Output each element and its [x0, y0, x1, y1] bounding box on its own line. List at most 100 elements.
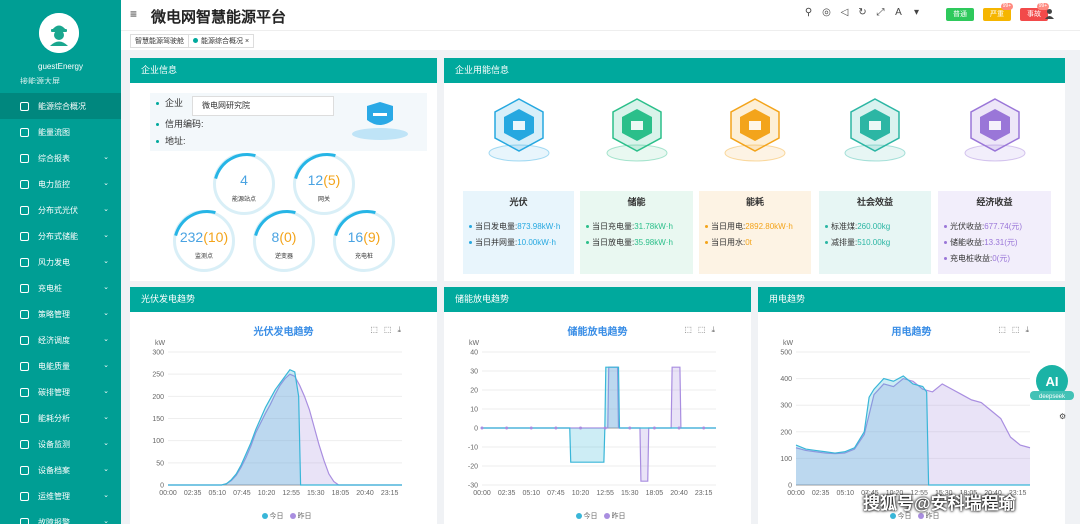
sidebar-item-label: 策略管理 [38, 309, 70, 319]
x-tick-label: 00:00 [159, 490, 177, 497]
usage-category-card: 能耗 当日用电:2892.80kW·h 当日用水:0t [699, 191, 811, 274]
sidebar-item[interactable]: 综合报表 ⌄ [0, 145, 121, 171]
font-size-icon[interactable]: A [893, 7, 904, 18]
panel-header: 光伏发电趋势 [130, 287, 437, 312]
tab-overview[interactable]: 能源综合概况 × [188, 34, 255, 48]
x-tick-label: 10:20 [572, 490, 590, 497]
credit-code-row: 信用编码: [156, 117, 204, 130]
sidebar-item-label: 设备档案 [38, 465, 70, 475]
tab-cockpit[interactable]: 智慧能源驾驶舱 [130, 34, 189, 48]
chevron-down-icon: ⌄ [103, 310, 109, 317]
sidebar-item[interactable]: 能量流图 [0, 119, 121, 145]
settings-icon[interactable]: ⚙ [1059, 412, 1066, 421]
active-dot-icon [193, 38, 198, 43]
hamburger-icon[interactable]: ≡ [130, 7, 137, 21]
category-hex-icon [844, 98, 906, 162]
legend-today-icon [261, 513, 268, 520]
sidebar-item-label: 故障报警 [38, 517, 70, 524]
legend-yesterday-icon [917, 513, 924, 520]
chart-legend[interactable]: 今日 昨日 [130, 511, 437, 521]
menu-item-icon [20, 231, 29, 241]
sidebar-item[interactable]: 电能质量 ⌄ [0, 353, 121, 379]
y-tick-label: 30 [470, 369, 478, 376]
usage-category-card: 经济收益 光伏收益:677.74(元) 储能收益:13.31(元) 充电桩收益:0(元… [938, 191, 1051, 274]
x-tick-label: 18:05 [646, 490, 664, 497]
fullscreen-icon[interactable]: ⤢ [875, 7, 886, 18]
row-label: 减排量: [831, 238, 858, 247]
category-hex-icon [488, 98, 549, 162]
panel-header: 用电趋势 [758, 287, 1065, 312]
sidebar-item[interactable]: 碳排管理 ⌄ [0, 379, 121, 405]
row-label: 光伏收益: [950, 222, 985, 231]
sidebar-item[interactable]: 设备档案 ⌄ [0, 457, 121, 483]
category-row: 光伏收益:677.74(元) [944, 219, 1045, 235]
sidebar-item[interactable]: 充电桩 ⌄ [0, 275, 121, 301]
sidebar-item-label: 电力监控 [38, 179, 70, 189]
menu-item-icon [20, 465, 29, 475]
y-tick-label: 0 [160, 483, 164, 490]
target-icon[interactable]: ◎ [821, 7, 832, 18]
chevron-down-icon: ⌄ [103, 414, 109, 421]
chevron-down-icon: ⌄ [103, 518, 109, 524]
ai-assistant-button[interactable]: AI deepseek [1029, 364, 1075, 402]
menu-item-icon [20, 387, 29, 397]
row-label: 当日放电量: [592, 238, 635, 247]
shirt-icon[interactable]: ▾ [911, 7, 922, 18]
sidebar-item[interactable]: 电力监控 ⌄ [0, 171, 121, 197]
alarm-normal-badge[interactable]: 普通 [946, 8, 974, 21]
y-tick-label: -30 [468, 483, 478, 490]
category-title: 经济收益 [976, 197, 1013, 207]
menu-item-icon [20, 517, 29, 524]
volume-icon[interactable]: ◁ [839, 7, 850, 18]
refresh-icon[interactable]: ↻ [857, 7, 868, 18]
row-label: 当日充电量: [592, 222, 635, 231]
sidebar-item[interactable]: 设备监测 ⌄ [0, 431, 121, 457]
menu-item-icon [20, 413, 29, 423]
category-title: 储能 [627, 197, 646, 207]
usage-category-card: 光伏 当日发电量:873.98kW·h 当日并网量:10.00kW·h [463, 191, 574, 274]
sidebar-item-label: 综合报表 [38, 153, 70, 163]
sidebar-item[interactable]: 策略管理 ⌄ [0, 301, 121, 327]
sidebar-item-label: 能耗分析 [38, 413, 70, 423]
close-icon[interactable]: × [245, 38, 249, 45]
x-tick-label: 05:10 [208, 490, 226, 497]
field-label: 企业 [165, 98, 184, 108]
row-label: 当日发电量: [475, 222, 518, 231]
sidebar-item[interactable]: 能耗分析 ⌄ [0, 405, 121, 431]
enterprise-name-row: 企业 [156, 96, 183, 109]
data-point [603, 426, 607, 430]
sidebar-item[interactable]: 分布式储能 ⌄ [0, 223, 121, 249]
sidebar-item-label: 分布式光伏 [38, 205, 78, 215]
field-label: 信用编码: [165, 119, 204, 129]
sidebar-item[interactable]: 故障报警 ⌄ [0, 509, 121, 524]
stat-inverters: 8(0) 逆变器 [253, 210, 315, 272]
menu-item-icon [20, 491, 29, 501]
user-icon[interactable] [1044, 8, 1055, 19]
sidebar-item[interactable]: 风力发电 ⌄ [0, 249, 121, 275]
sidebar-item[interactable]: 运维管理 ⌄ [0, 483, 121, 509]
row-value: 35.98kW·h [634, 238, 673, 247]
sidebar-item-big-screen[interactable]: 接能源大屏 [20, 76, 60, 84]
chevron-down-icon: ⌄ [103, 258, 109, 265]
ai-sub-label: deepseek [1039, 394, 1066, 400]
chevron-down-icon: ⌄ [103, 388, 109, 395]
y-tick-label: 200 [152, 394, 164, 401]
menu-item-icon [20, 335, 29, 345]
y-tick-label: 0 [474, 426, 478, 433]
x-tick-label: 07:45 [547, 490, 565, 497]
chevron-down-icon: ⌄ [103, 362, 109, 369]
y-tick-label: 10 [470, 407, 478, 414]
sidebar-item[interactable]: 能源综合概况 [0, 93, 121, 119]
menu-item-icon [20, 257, 29, 267]
user-avatar[interactable] [39, 13, 79, 53]
search-icon[interactable]: ⚲ [803, 7, 814, 18]
x-tick-label: 23:15 [381, 490, 399, 497]
pv-chart-panel: 光伏发电趋势 光伏发电趋势 ⬚⬚⤓ kW 0 50 100 150 200 250 300 00… [130, 287, 437, 524]
row-value: 677.74(元) [984, 222, 1023, 231]
chart-legend[interactable]: 今日 昨日 [444, 511, 751, 521]
sidebar-item[interactable]: 经济调度 ⌄ [0, 327, 121, 353]
sidebar-item[interactable]: 分布式光伏 ⌄ [0, 197, 121, 223]
row-label: 当日用电: [711, 222, 746, 231]
enterprise-name-field[interactable]: 微电网研究院 [192, 96, 334, 116]
worker-avatar-icon [39, 13, 79, 53]
